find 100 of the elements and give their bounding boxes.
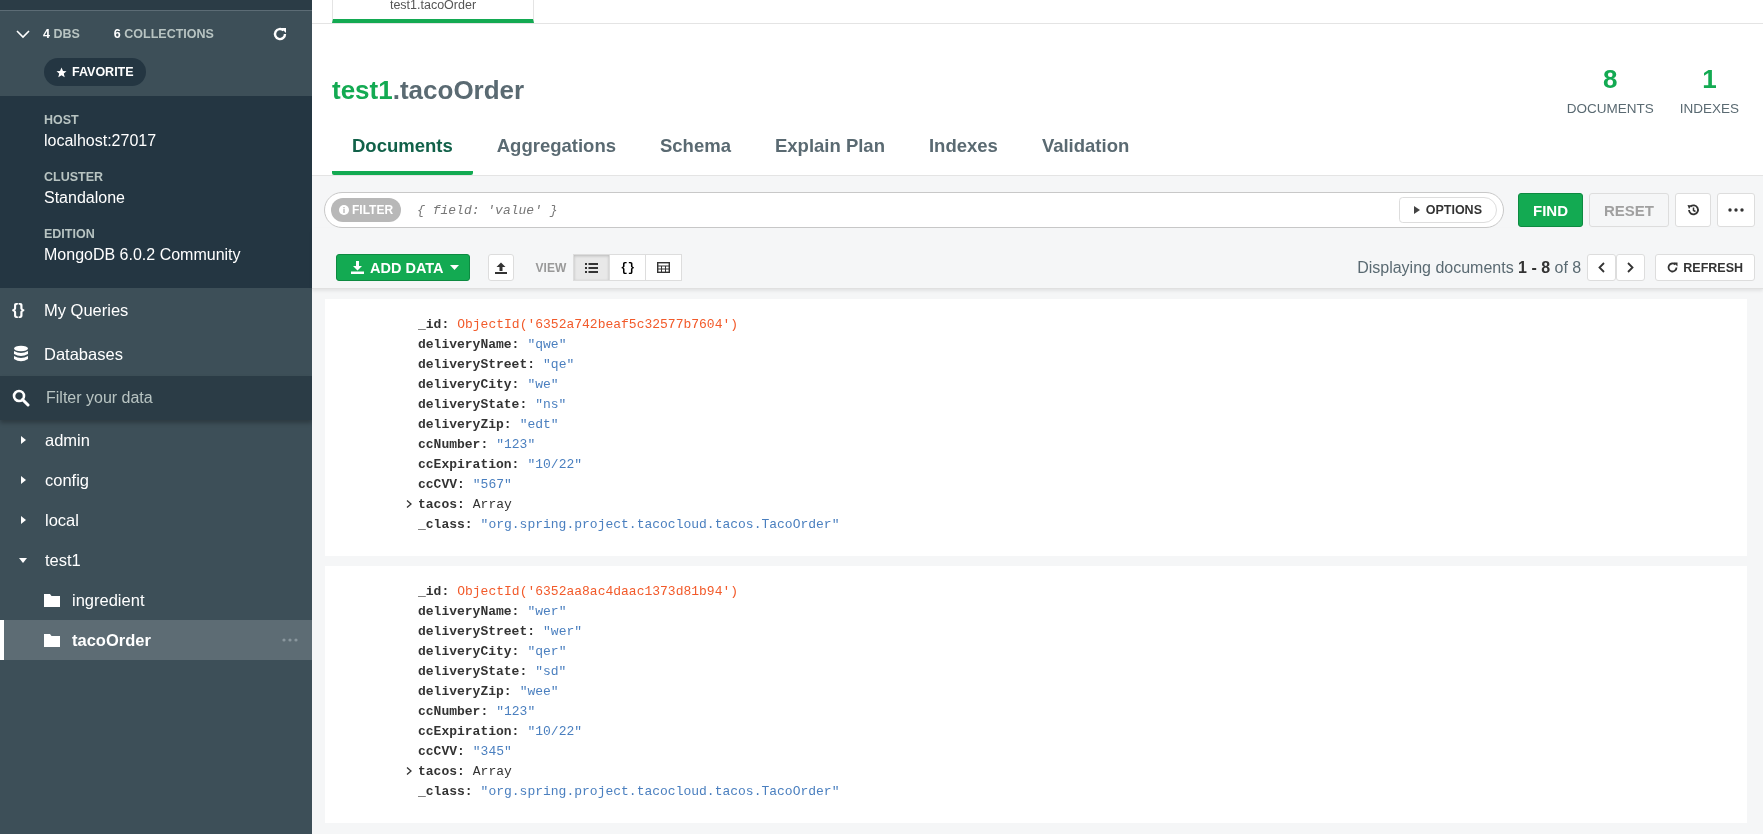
download-icon bbox=[351, 261, 364, 274]
field-value: "10/22" bbox=[527, 456, 583, 472]
detail-value: MongoDB 6.0.2 Community bbox=[44, 246, 242, 264]
field-key: deliveryState: bbox=[418, 663, 528, 679]
filter-input[interactable]: Filter your data bbox=[44, 388, 288, 408]
field-value: "sd" bbox=[535, 663, 567, 679]
field-value: ObjectId('6352a742beaf5c32577b7604') bbox=[457, 316, 739, 332]
chevron-down-icon[interactable] bbox=[15, 29, 31, 39]
field-value: "qe" bbox=[543, 356, 575, 372]
view-button[interactable] bbox=[573, 254, 611, 281]
field-value: "345" bbox=[472, 743, 512, 759]
pagination-text: Displaying documents 1 - 8 of 8 bbox=[1357, 258, 1582, 277]
field-key: _class: bbox=[418, 516, 473, 532]
database-item[interactable]: local bbox=[0, 500, 312, 540]
field-key: deliveryStreet: bbox=[418, 356, 536, 372]
field-key: _id: bbox=[418, 316, 450, 332]
tab[interactable]: Explain Plan bbox=[754, 135, 905, 175]
field-key: ccNumber: bbox=[418, 703, 489, 719]
field-key: deliveryZip: bbox=[418, 416, 512, 432]
braces-icon: {} bbox=[12, 301, 30, 319]
field-key: deliveryCity: bbox=[418, 376, 520, 392]
info-icon bbox=[339, 205, 349, 215]
refresh-icon bbox=[1667, 262, 1679, 273]
collection-title: test1.tacoOrder bbox=[332, 74, 525, 106]
db-count: 4 DBS bbox=[43, 27, 80, 41]
options-button[interactable]: OPTIONS bbox=[1398, 197, 1497, 223]
field-value: "123" bbox=[496, 436, 536, 452]
view-button[interactable] bbox=[645, 254, 683, 281]
field-key: ccCVV: bbox=[418, 743, 465, 759]
collection-count: 6 COLLECTIONS bbox=[113, 27, 214, 41]
nav-item[interactable]: {} My Queries bbox=[0, 288, 312, 332]
field-key: _id: bbox=[418, 583, 450, 599]
field-key: deliveryZip: bbox=[418, 683, 512, 699]
field-value: "qer" bbox=[527, 643, 567, 659]
workspace-tab[interactable]: test1.tacoOrder bbox=[332, 0, 534, 23]
chevron-right-icon bbox=[1627, 262, 1635, 273]
stat-value: 1 bbox=[1701, 64, 1718, 95]
list-icon bbox=[585, 262, 599, 273]
field-value: "567" bbox=[472, 476, 512, 492]
folder-icon bbox=[44, 633, 60, 647]
field-value: "10/22" bbox=[527, 723, 583, 739]
stat-label: DOCUMENTS bbox=[1566, 101, 1654, 116]
collection-item[interactable]: tacoOrder bbox=[0, 620, 312, 660]
search-icon bbox=[12, 389, 30, 407]
field-value: "ns" bbox=[535, 396, 567, 412]
database-item[interactable]: test1 bbox=[0, 540, 312, 580]
field-value: Array bbox=[472, 763, 512, 779]
chevron-right-icon[interactable] bbox=[405, 766, 413, 776]
export-button[interactable] bbox=[487, 254, 514, 281]
field-value: ObjectId('6352aa8ac4daac1373d81b94') bbox=[457, 583, 739, 599]
nav-item[interactable]: Databases bbox=[0, 332, 312, 376]
field-value: "123" bbox=[496, 703, 536, 719]
field-value: "wee" bbox=[519, 683, 559, 699]
table-icon bbox=[657, 262, 671, 273]
tab[interactable]: Aggregations bbox=[476, 135, 636, 175]
field-value: "org.spring.project.tacocloud.tacos.TacoOrder" bbox=[480, 783, 840, 799]
chevron-right-icon[interactable] bbox=[405, 499, 413, 509]
database-item[interactable]: admin bbox=[0, 420, 312, 460]
refresh-icon[interactable] bbox=[272, 26, 288, 42]
next-page-button[interactable] bbox=[1616, 254, 1646, 281]
field-key: ccCVV: bbox=[418, 476, 465, 492]
chevron-left-icon bbox=[1598, 262, 1606, 273]
field-value: "qwe" bbox=[527, 336, 567, 352]
field-value: "wer" bbox=[543, 623, 583, 639]
history-button[interactable] bbox=[1675, 193, 1711, 227]
tab[interactable]: Schema bbox=[640, 135, 751, 175]
field-value: "edt" bbox=[519, 416, 559, 432]
stat-label: INDEXES bbox=[1679, 101, 1739, 116]
tab[interactable]: Indexes bbox=[908, 135, 1018, 175]
folder-icon bbox=[44, 593, 60, 607]
field-key: tacos: bbox=[418, 763, 465, 779]
caret-down-icon bbox=[449, 265, 459, 270]
history-icon bbox=[1686, 203, 1700, 217]
field-value: "wer" bbox=[527, 603, 567, 619]
detail-label: EDITION bbox=[44, 227, 96, 241]
filter-badge: FILTER bbox=[331, 198, 402, 222]
filter-field[interactable]: FILTER { field: 'value' } OPTIONS bbox=[324, 192, 1504, 228]
field-key: _class: bbox=[418, 783, 473, 799]
more-options-button[interactable] bbox=[1717, 193, 1755, 227]
field-value: Array bbox=[472, 496, 512, 512]
field-key: ccNumber: bbox=[418, 436, 489, 452]
database-item[interactable]: config bbox=[0, 460, 312, 500]
collection-item[interactable]: ingredient bbox=[0, 580, 312, 620]
field-key: deliveryName: bbox=[418, 603, 520, 619]
field-value: "we" bbox=[527, 376, 559, 392]
refresh-button[interactable]: REFRESH bbox=[1655, 254, 1755, 281]
view-button[interactable]: {} bbox=[609, 254, 647, 281]
field-key: ccExpiration: bbox=[418, 456, 520, 472]
more-icon bbox=[1728, 208, 1744, 212]
stat-value: 8 bbox=[1602, 64, 1619, 95]
field-value: "org.spring.project.tacocloud.tacos.TacoOrder" bbox=[480, 516, 840, 532]
database-icon bbox=[12, 345, 30, 363]
detail-label: CLUSTER bbox=[44, 170, 105, 184]
field-key: deliveryName: bbox=[418, 336, 520, 352]
field-key: deliveryStreet: bbox=[418, 623, 536, 639]
favorite-button[interactable]: FAVORITE bbox=[44, 58, 146, 86]
filter-field[interactable]: Filter your data bbox=[0, 376, 312, 420]
previous-page-button[interactable] bbox=[1587, 254, 1617, 281]
tab[interactable]: Validation bbox=[1021, 135, 1150, 175]
field-key: tacos: bbox=[418, 496, 465, 512]
